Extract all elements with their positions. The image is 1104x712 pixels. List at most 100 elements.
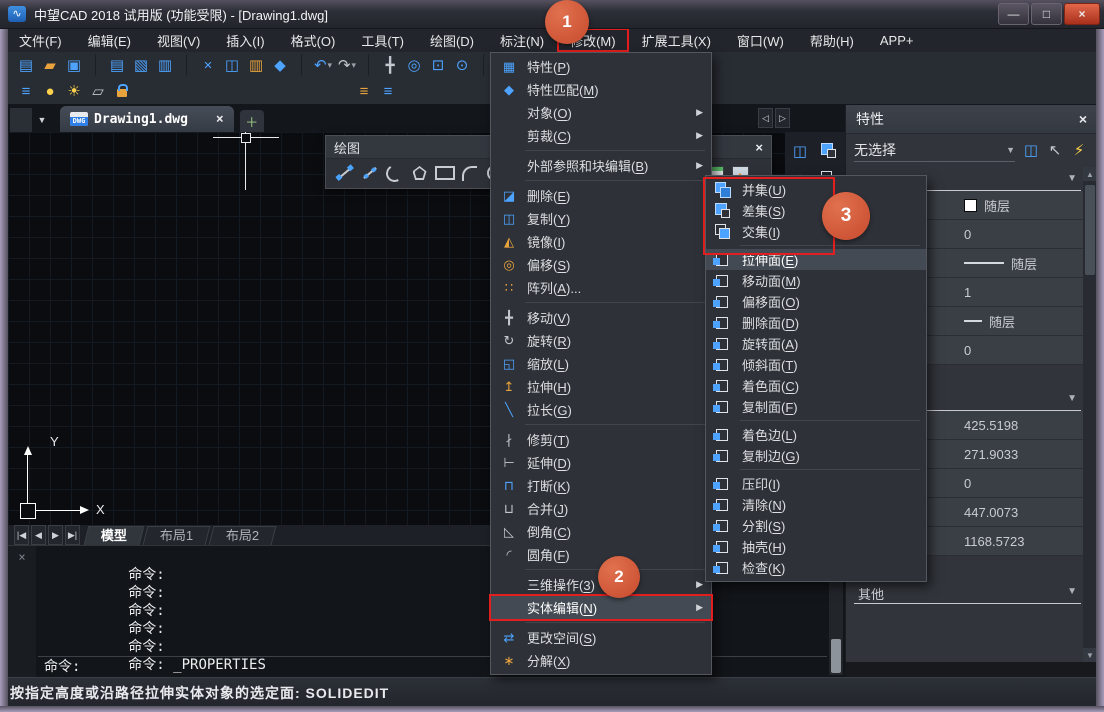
menu-item-join[interactable]: ⊔ 合并(J) ▶ — [491, 497, 711, 520]
submenu-item-extrude-faces[interactable]: 拉伸面(E) ▶ — [706, 249, 926, 270]
menu-draw[interactable]: 绘图(D) — [417, 28, 487, 52]
close-icon[interactable]: × — [18, 550, 25, 564]
menu-tools[interactable]: 工具(T) — [348, 28, 417, 52]
submenu-item-clean[interactable]: 清除(N) ▶ — [706, 494, 926, 515]
rectangle-button[interactable] — [432, 161, 457, 185]
zoom-window-button[interactable]: ⊡ — [426, 54, 450, 76]
scrollbar-thumb[interactable] — [831, 639, 841, 673]
scrollbar-thumb[interactable] — [1085, 185, 1095, 275]
pickadd-toggle-button[interactable]: ◫ — [1021, 140, 1041, 160]
open-button[interactable]: ▰ — [38, 54, 62, 76]
collapse-icon[interactable] — [1067, 586, 1077, 597]
submenu-item-union[interactable]: 并集(U) ▶ — [706, 179, 926, 200]
collapse-icon[interactable] — [1067, 173, 1077, 184]
menu-item-mirror[interactable]: ◭ 镜像(I) ▶ — [491, 230, 711, 253]
new-tab-button[interactable]: ＋ — [240, 110, 264, 132]
menu-item-solids-editing[interactable]: 实体编辑(N) ▶ — [491, 596, 711, 619]
submenu-item-delete-faces[interactable]: 删除面(D) ▶ — [706, 312, 926, 333]
select-objects-button[interactable]: ↖ — [1045, 140, 1065, 160]
zoom-realtime-button[interactable]: ◎ — [402, 54, 426, 76]
menu-item-rotate[interactable]: ↻ 旋转(R) ▶ — [491, 329, 711, 352]
submenu-item-imprint[interactable]: 压印(I) ▶ — [706, 473, 926, 494]
menu-item-stretch[interactable]: ↥ 拉伸(H) ▶ — [491, 375, 711, 398]
quick-select-button[interactable]: ⚡ — [1069, 140, 1089, 160]
menu-item-explode[interactable]: ∗ 分解(X) ▶ — [491, 649, 711, 672]
layer-on-off-button[interactable]: ● — [38, 80, 62, 102]
menu-item-xref-block-edit[interactable]: 外部参照和块编辑(B) ▶ — [491, 154, 711, 177]
submenu-item-copy-faces[interactable]: 复制面(F) ▶ — [706, 396, 926, 417]
tab-model[interactable]: 模型 — [84, 526, 145, 545]
submenu-item-move-faces[interactable]: 移动面(M) ▶ — [706, 270, 926, 291]
submenu-item-intersect[interactable]: 交集(I) ▶ — [706, 221, 926, 242]
maximize-button[interactable]: □ — [1031, 3, 1062, 25]
menu-item-copy[interactable]: ◫ 复制(Y) ▶ — [491, 207, 711, 230]
menu-item-fillet[interactable]: ◜ 圆角(F) ▶ — [491, 543, 711, 566]
save-button[interactable]: ▣ — [62, 54, 86, 76]
layer-lock-button[interactable] — [110, 80, 134, 102]
close-icon[interactable]: × — [755, 140, 763, 155]
submenu-item-copy-edges[interactable]: 复制边(G) ▶ — [706, 445, 926, 466]
submenu-item-check[interactable]: 检查(K) ▶ — [706, 557, 926, 578]
copy-object-button[interactable]: ◫ — [788, 140, 812, 162]
tab-last-button[interactable]: ▶| — [65, 525, 80, 545]
menu-app-plus[interactable]: APP+ — [867, 28, 927, 52]
menu-item-trim[interactable]: ∤ 修剪(T) ▶ — [491, 428, 711, 451]
tab-layout2[interactable]: 布局2 — [209, 526, 277, 545]
menu-item-break[interactable]: ⊓ 打断(K) ▶ — [491, 474, 711, 497]
copy-button[interactable]: ◫ — [220, 54, 244, 76]
menu-insert[interactable]: 插入(I) — [213, 28, 277, 52]
layer-freeze-button[interactable]: ☀ — [62, 80, 86, 102]
close-tab-icon[interactable]: × — [216, 112, 224, 127]
tab-layout1[interactable]: 布局1 — [143, 526, 211, 545]
menu-window[interactable]: 窗口(W) — [724, 28, 797, 52]
subtract-button[interactable] — [818, 140, 842, 162]
menu-item-offset[interactable]: ◎ 偏移(S) ▶ — [491, 253, 711, 276]
redo-button[interactable]: ↷ — [335, 54, 359, 76]
cut-button[interactable]: × — [186, 54, 220, 76]
doc-list-caret-icon[interactable]: ▼ — [32, 108, 52, 132]
layer-previous-button[interactable]: ≡ — [376, 80, 400, 102]
menu-view[interactable]: 视图(V) — [144, 28, 213, 52]
submenu-item-rotate-faces[interactable]: 旋转面(A) ▶ — [706, 333, 926, 354]
minimize-button[interactable]: — — [998, 3, 1029, 25]
menu-help[interactable]: 帮助(H) — [797, 28, 867, 52]
submenu-item-color-edges[interactable]: 着色边(L) ▶ — [706, 424, 926, 445]
selection-combo[interactable]: 无选择 ▼ — [854, 139, 1015, 162]
print-preview-button[interactable]: ▧ — [129, 54, 153, 76]
print-button[interactable]: ▤ — [95, 54, 129, 76]
menu-item-extend[interactable]: ⊢ 延伸(D) ▶ — [491, 451, 711, 474]
layer-new-button[interactable]: ▱ — [86, 80, 110, 102]
document-tab[interactable]: DWG Drawing1.dwg × — [60, 106, 234, 132]
layer-make-current-button[interactable]: ≡ — [352, 80, 376, 102]
menu-item-lengthen[interactable]: ╲ 拉长(G) ▶ — [491, 398, 711, 421]
menu-item-scale[interactable]: ◱ 缩放(L) ▶ — [491, 352, 711, 375]
menu-item-move[interactable]: ╋ 移动(V) ▶ — [491, 306, 711, 329]
menu-item-object[interactable]: 对象(O) ▶ — [491, 101, 711, 124]
tab-next-button[interactable]: ▶ — [48, 525, 63, 545]
arc-button[interactable] — [382, 161, 407, 185]
line-button[interactable] — [332, 161, 357, 185]
layer-properties-button[interactable]: ≡ — [14, 80, 38, 102]
fillet-arc-button[interactable] — [457, 161, 482, 185]
menu-format[interactable]: 格式(O) — [278, 28, 349, 52]
tab-prev-button[interactable]: ◀ — [31, 525, 46, 545]
menu-file[interactable]: 文件(F) — [6, 28, 75, 52]
submenu-item-taper-faces[interactable]: 倾斜面(T) ▶ — [706, 354, 926, 375]
scroll-down-icon[interactable]: ▼ — [1083, 648, 1097, 662]
menu-item-match-properties[interactable]: ◆ 特性匹配(M) ▶ — [491, 78, 711, 101]
menu-item-array[interactable]: ∷ 阵列(A)... ▶ — [491, 276, 711, 299]
tab-first-button[interactable]: |◀ — [14, 525, 29, 545]
menu-item-chamfer[interactable]: ◺ 倒角(C) ▶ — [491, 520, 711, 543]
plot-button[interactable]: ▥ — [153, 54, 177, 76]
menu-express-tools[interactable]: 扩展工具(X) — [629, 28, 724, 52]
doc-prev-button[interactable]: ◁ — [758, 108, 773, 128]
match-properties-button[interactable]: ◆ — [268, 54, 292, 76]
command-input[interactable]: 命令: — [44, 658, 80, 676]
undo-button[interactable]: ↶ — [301, 54, 335, 76]
scroll-up-icon[interactable]: ▲ — [1083, 167, 1097, 181]
menu-item-erase[interactable]: ◪ 删除(E) ▶ — [491, 184, 711, 207]
close-button[interactable]: × — [1064, 3, 1100, 25]
new-button[interactable]: ▤ — [14, 54, 38, 76]
submenu-item-color-faces[interactable]: 着色面(C) ▶ — [706, 375, 926, 396]
submenu-item-shell[interactable]: 抽壳(H) ▶ — [706, 536, 926, 557]
